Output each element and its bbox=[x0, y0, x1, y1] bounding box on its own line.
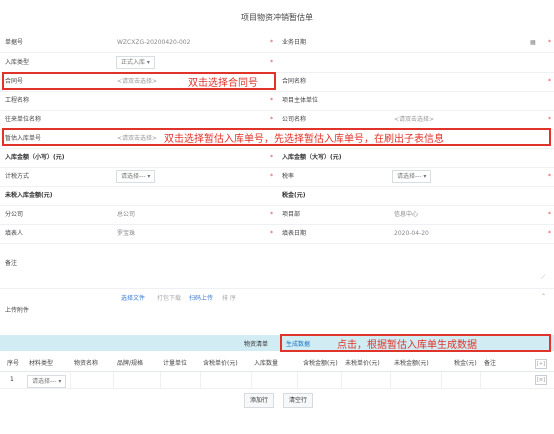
col-header: 序号 bbox=[7, 360, 20, 367]
required-mark: * bbox=[270, 116, 273, 123]
required-mark: * bbox=[270, 211, 273, 218]
row-index: 1 bbox=[10, 376, 14, 383]
calendar-icon[interactable]: ▦ bbox=[530, 33, 536, 52]
choose-file-button[interactable]: 选择文件 bbox=[121, 289, 145, 308]
resize-handle-icon[interactable]: ⟋ bbox=[541, 274, 545, 282]
doc-no-value: WZCXZG-20200420-002 bbox=[117, 39, 191, 46]
branch-value: 总公司 bbox=[117, 211, 136, 218]
tax-method-select[interactable]: 请选择--- bbox=[116, 170, 156, 183]
annotation-text-est-in: 双击选择暂估入库单号，先选择暂估入库单号，在刷出子表信息 bbox=[164, 134, 444, 145]
form-row-attach: 上传附件 选择文件 打包下载 扫码上传 排 序 ⌃ bbox=[0, 289, 554, 329]
detail-table-header: 序号 材料类型 物资名称 品牌/规格 计量单位 含税单价(元) 入库数量 含税金… bbox=[0, 356, 554, 372]
partner-label: 往来单位名称 bbox=[5, 116, 42, 123]
required-mark: * bbox=[270, 97, 273, 104]
project-unit-label: 项目主体单位 bbox=[282, 97, 319, 104]
table-row: 1 请选择--- [≡] bbox=[0, 372, 554, 389]
col-header: 未税金额(元) bbox=[394, 360, 429, 367]
form-row-docno: 单据号 WZCXZG-20200420-002 * 业务日期 ▦ * bbox=[0, 33, 554, 53]
remark-label: 备注 bbox=[5, 260, 18, 267]
page-title: 项目物资冲销暂估单 bbox=[241, 13, 313, 22]
scan-upload-button[interactable]: 扫码上传 bbox=[189, 289, 213, 308]
col-header: 税金(元) bbox=[454, 360, 477, 367]
table-divider bbox=[341, 372, 342, 388]
required-mark: * bbox=[270, 173, 273, 180]
col-header: 含税单价(元) bbox=[203, 360, 238, 367]
col-header: 品牌/规格 bbox=[117, 360, 144, 367]
detail-section-label: 物资清单 bbox=[244, 341, 269, 348]
table-divider bbox=[480, 372, 481, 388]
table-divider bbox=[297, 372, 298, 388]
form-row-untaxed: 未税入库金额(元) 税金(元) bbox=[0, 186, 554, 206]
fill-date-label: 填表日期 bbox=[282, 230, 307, 237]
form-row-filler: 填表人 罗宝珠 * 填表日期 2020-04-20 * bbox=[0, 224, 554, 244]
required-mark: * bbox=[270, 39, 273, 46]
attach-label: 上传附件 bbox=[5, 307, 30, 314]
required-mark: * bbox=[270, 59, 273, 66]
clear-row-button[interactable]: 清空行 bbox=[283, 393, 314, 408]
filler-value: 罗宝珠 bbox=[117, 230, 136, 237]
form-row-project: 工程名称 * 项目主体单位 bbox=[0, 91, 554, 111]
required-mark: * bbox=[548, 116, 551, 123]
in-type-select[interactable]: 正式入库 bbox=[116, 56, 155, 69]
chevron-up-icon[interactable]: ⌃ bbox=[541, 287, 546, 306]
col-header: 物资名称 bbox=[74, 360, 99, 367]
required-mark: * bbox=[270, 230, 273, 237]
required-mark: * bbox=[548, 230, 551, 237]
table-divider bbox=[441, 372, 442, 388]
plus-icon[interactable]: [+] bbox=[535, 359, 547, 369]
company-name-label: 公司名称 bbox=[282, 116, 307, 123]
row-menu-icon[interactable]: [≡] bbox=[535, 375, 547, 385]
project-name-label: 工程名称 bbox=[5, 97, 30, 104]
branch-label: 分公司 bbox=[5, 211, 24, 218]
tax-rate-select[interactable]: 请选择--- bbox=[392, 170, 432, 183]
amount-small-label: 入库金额（小写）(元) bbox=[5, 154, 65, 161]
form-row-partner: 往来单位名称 * 公司名称 <请双击选择> * bbox=[0, 110, 554, 130]
tax-method-label: 计税方式 bbox=[5, 173, 30, 180]
biz-date-input[interactable] bbox=[389, 33, 546, 52]
form-row-tax: 计税方式 请选择--- * 税率 请选择--- * bbox=[0, 167, 554, 187]
annotation-text-contract: 双击选择合同号 bbox=[188, 78, 258, 89]
untaxed-amount-label: 未税入库金额(元) bbox=[5, 192, 53, 199]
col-header: 计量单位 bbox=[163, 360, 188, 367]
col-header: 入库数量 bbox=[254, 360, 279, 367]
material-type-select[interactable]: 请选择--- bbox=[27, 375, 67, 388]
tax-amount-label: 税金(元) bbox=[282, 192, 306, 199]
project-dept-label: 项目部 bbox=[282, 211, 301, 218]
company-name-input[interactable]: <请双击选择> bbox=[394, 110, 434, 129]
biz-date-label: 业务日期 bbox=[282, 39, 307, 46]
required-mark: * bbox=[270, 154, 273, 161]
col-header: 含税金额(元) bbox=[303, 360, 338, 367]
form-row-intype: 入库类型 正式入库 * bbox=[0, 53, 554, 73]
form-page: 项目物资冲销暂估单 单据号 WZCXZG-20200420-002 * 业务日期… bbox=[0, 0, 554, 434]
required-mark: * bbox=[548, 211, 551, 218]
contract-name-label: 合同名称 bbox=[282, 78, 307, 85]
add-row-button[interactable]: 添加行 bbox=[244, 393, 275, 408]
table-divider bbox=[70, 372, 71, 388]
table-divider bbox=[251, 372, 252, 388]
table-divider bbox=[113, 372, 114, 388]
in-type-label: 入库类型 bbox=[5, 59, 30, 66]
table-divider bbox=[200, 372, 201, 388]
pack-download-button[interactable]: 打包下载 bbox=[157, 289, 181, 308]
remark-textarea[interactable] bbox=[112, 248, 550, 284]
annotation-text-generate: 点击，根据暂估入库单生成数据 bbox=[337, 340, 477, 351]
required-mark: * bbox=[548, 173, 551, 180]
table-divider bbox=[160, 372, 161, 388]
sort-button[interactable]: 排 序 bbox=[222, 289, 236, 308]
form-row-branch: 分公司 总公司 * 项目部 信息中心 * bbox=[0, 205, 554, 225]
required-mark: * bbox=[548, 78, 551, 85]
table-divider bbox=[390, 372, 391, 388]
amount-big-label: 入库金额（大写）(元) bbox=[282, 154, 342, 161]
required-mark: * bbox=[548, 39, 551, 46]
filler-label: 填表人 bbox=[5, 230, 24, 237]
col-header: 材料类型 bbox=[29, 360, 54, 367]
tax-rate-label: 税率 bbox=[282, 173, 295, 180]
col-header: 未税单价(元) bbox=[345, 360, 380, 367]
doc-no-label: 单据号 bbox=[5, 39, 24, 46]
fill-date-value: 2020-04-20 bbox=[394, 230, 429, 237]
project-dept-value: 信息中心 bbox=[394, 211, 419, 218]
col-header: 备注 bbox=[484, 360, 497, 367]
form-row-amount: 入库金额（小写）(元) * 入库金额（大写）(元) bbox=[0, 148, 554, 168]
